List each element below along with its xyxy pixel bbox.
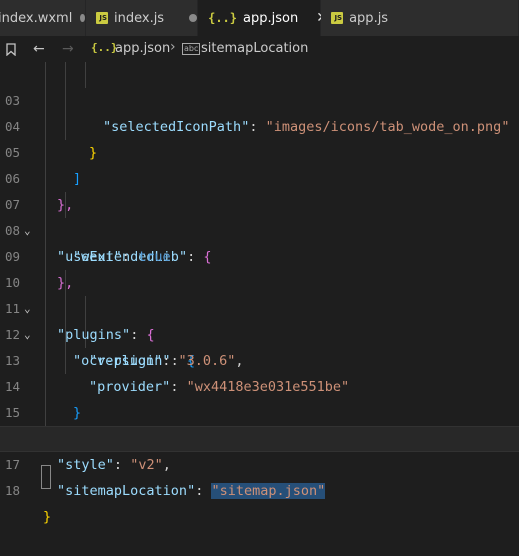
unsaved-dot-icon[interactable] [189, 14, 198, 22]
code-line: 10 ⌄ "plugins": { [0, 244, 519, 343]
current-code-line: 17 "sitemapLocation": "sitemap.json" [0, 426, 519, 499]
tab-app-js[interactable]: JS app.js [321, 0, 519, 36]
code-line: 04 } [0, 88, 519, 161]
breadcrumb-symbol[interactable]: sitemapLocation [201, 41, 308, 56]
code-line: 03 "selectedIconPath": "images/icons/tab… [0, 62, 519, 135]
json-file-icon: {..} [91, 41, 118, 54]
forward-arrow-icon[interactable]: → [62, 36, 74, 62]
tab-label: app.js [349, 10, 389, 26]
code-line: 13 "provider": "wx4418e3e031e551be" [0, 322, 519, 395]
breadcrumb: ← → {..} app.json › abc sitemapLocation [0, 36, 519, 62]
bookmark-icon[interactable] [6, 36, 16, 62]
code-line: 18 } [0, 452, 519, 525]
tab-index-js[interactable]: JS index.js [86, 0, 199, 36]
chevron-right-icon: › [170, 39, 176, 55]
json-key: sitemapLocation [65, 483, 188, 499]
editor-tab-bar: index.wxml JS index.js {..} app.json ✕ J… [0, 0, 519, 36]
code-line: 11 ⌄ "ocr-plugin": { [0, 270, 519, 369]
breadcrumb-file[interactable]: app.json [115, 41, 170, 56]
js-file-icon: JS [331, 12, 344, 24]
code-line: 05 ] [0, 114, 519, 187]
back-arrow-icon[interactable]: ← [33, 36, 45, 62]
line-number: 18 [4, 483, 20, 498]
code-line: 12 "version": "3.0.6", [0, 296, 519, 369]
symbol-string-icon: abc [182, 43, 201, 55]
tab-label: app.json [243, 10, 299, 26]
tab-label: index.wxml [0, 10, 73, 26]
code-line: 16 "style": "v2", [0, 400, 519, 473]
tab-index-wxml[interactable]: index.wxml [0, 0, 86, 36]
code-line: 14 } [0, 348, 519, 421]
code-line: 15 }, [0, 374, 519, 447]
bracket-match-highlight [41, 465, 51, 489]
code-line: 08 "weui": true [0, 192, 519, 265]
json-string-value: sitemap.json [219, 483, 318, 499]
code-line: 06 }, [0, 140, 519, 213]
js-file-icon: JS [96, 12, 108, 24]
unsaved-dot-icon[interactable] [80, 14, 85, 22]
tab-label: index.js [114, 10, 165, 26]
tab-app-json[interactable]: {..} app.json ✕ [198, 0, 328, 36]
line-content: "sitemapLocation": "sitemap.json" [57, 483, 326, 499]
code-editor[interactable]: 03 "selectedIconPath": "images/icons/tab… [0, 62, 519, 525]
selected-text: "sitemap.json" [211, 483, 326, 499]
json-file-icon: {..} [208, 11, 237, 25]
closing-brace: } [43, 509, 52, 525]
code-line: 09 }, [0, 218, 519, 291]
code-line: 07 ⌄ "useExtendedLib": { [0, 166, 519, 265]
